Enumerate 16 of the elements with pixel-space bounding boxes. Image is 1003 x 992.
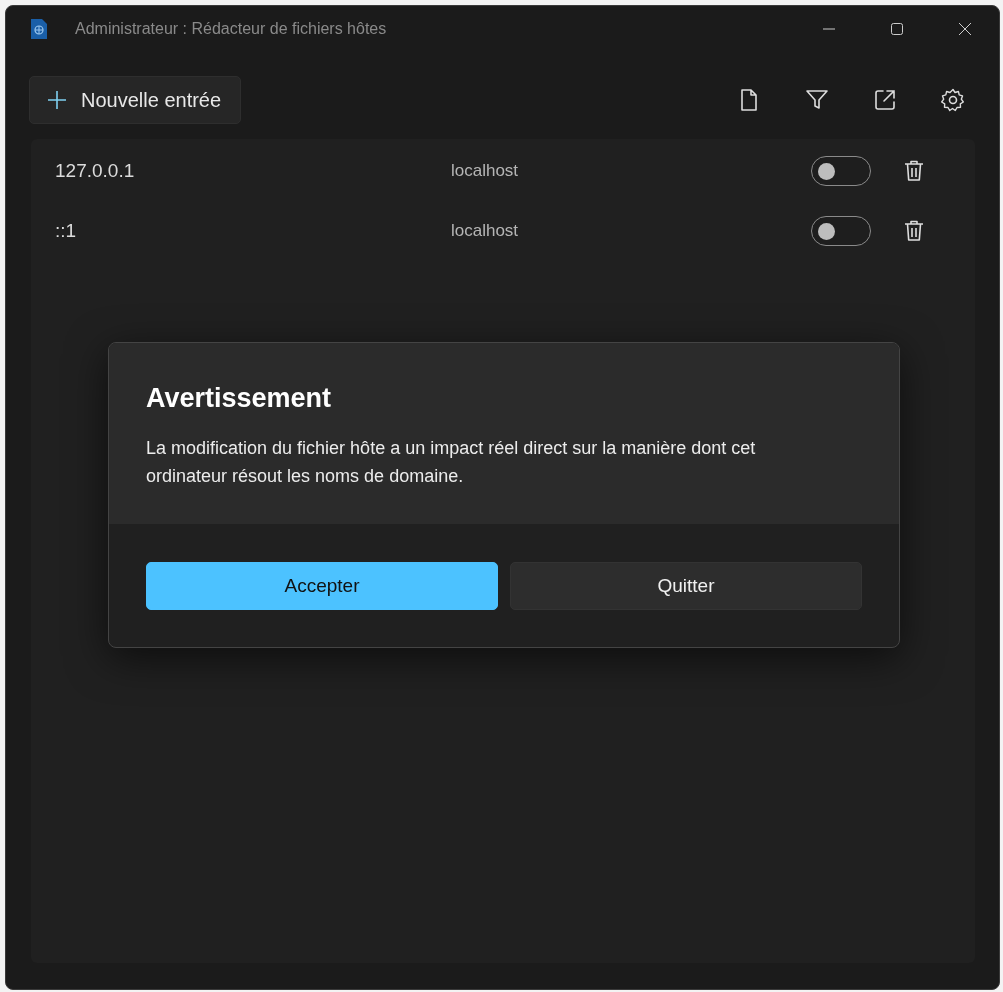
- document-globe-icon: [30, 18, 48, 40]
- new-entry-button[interactable]: Nouvelle entrée: [29, 76, 242, 124]
- host-name: localhost: [451, 221, 520, 241]
- toggle-switch[interactable]: [811, 156, 871, 186]
- ip-address: ::1: [55, 220, 78, 242]
- plus-icon: [47, 90, 67, 110]
- maximize-icon: [890, 22, 904, 36]
- accept-button[interactable]: Accepter: [146, 562, 498, 610]
- dialog-message: La modification du fichier hôte a un impact réel direct sur la manière dont cet ordinateur résout les noms de domaine.: [146, 437, 757, 488]
- host-name: localhost: [451, 161, 520, 181]
- toggle-switch[interactable]: [811, 216, 871, 246]
- dialog-title: Avertissement: [146, 383, 333, 414]
- close-icon: [958, 22, 972, 36]
- ip-address: 127.0.0.1: [55, 160, 136, 182]
- quit-button[interactable]: Quitter: [510, 562, 862, 610]
- window-title: Administrateur : Rédacteur de fichiers hôtes: [75, 20, 387, 38]
